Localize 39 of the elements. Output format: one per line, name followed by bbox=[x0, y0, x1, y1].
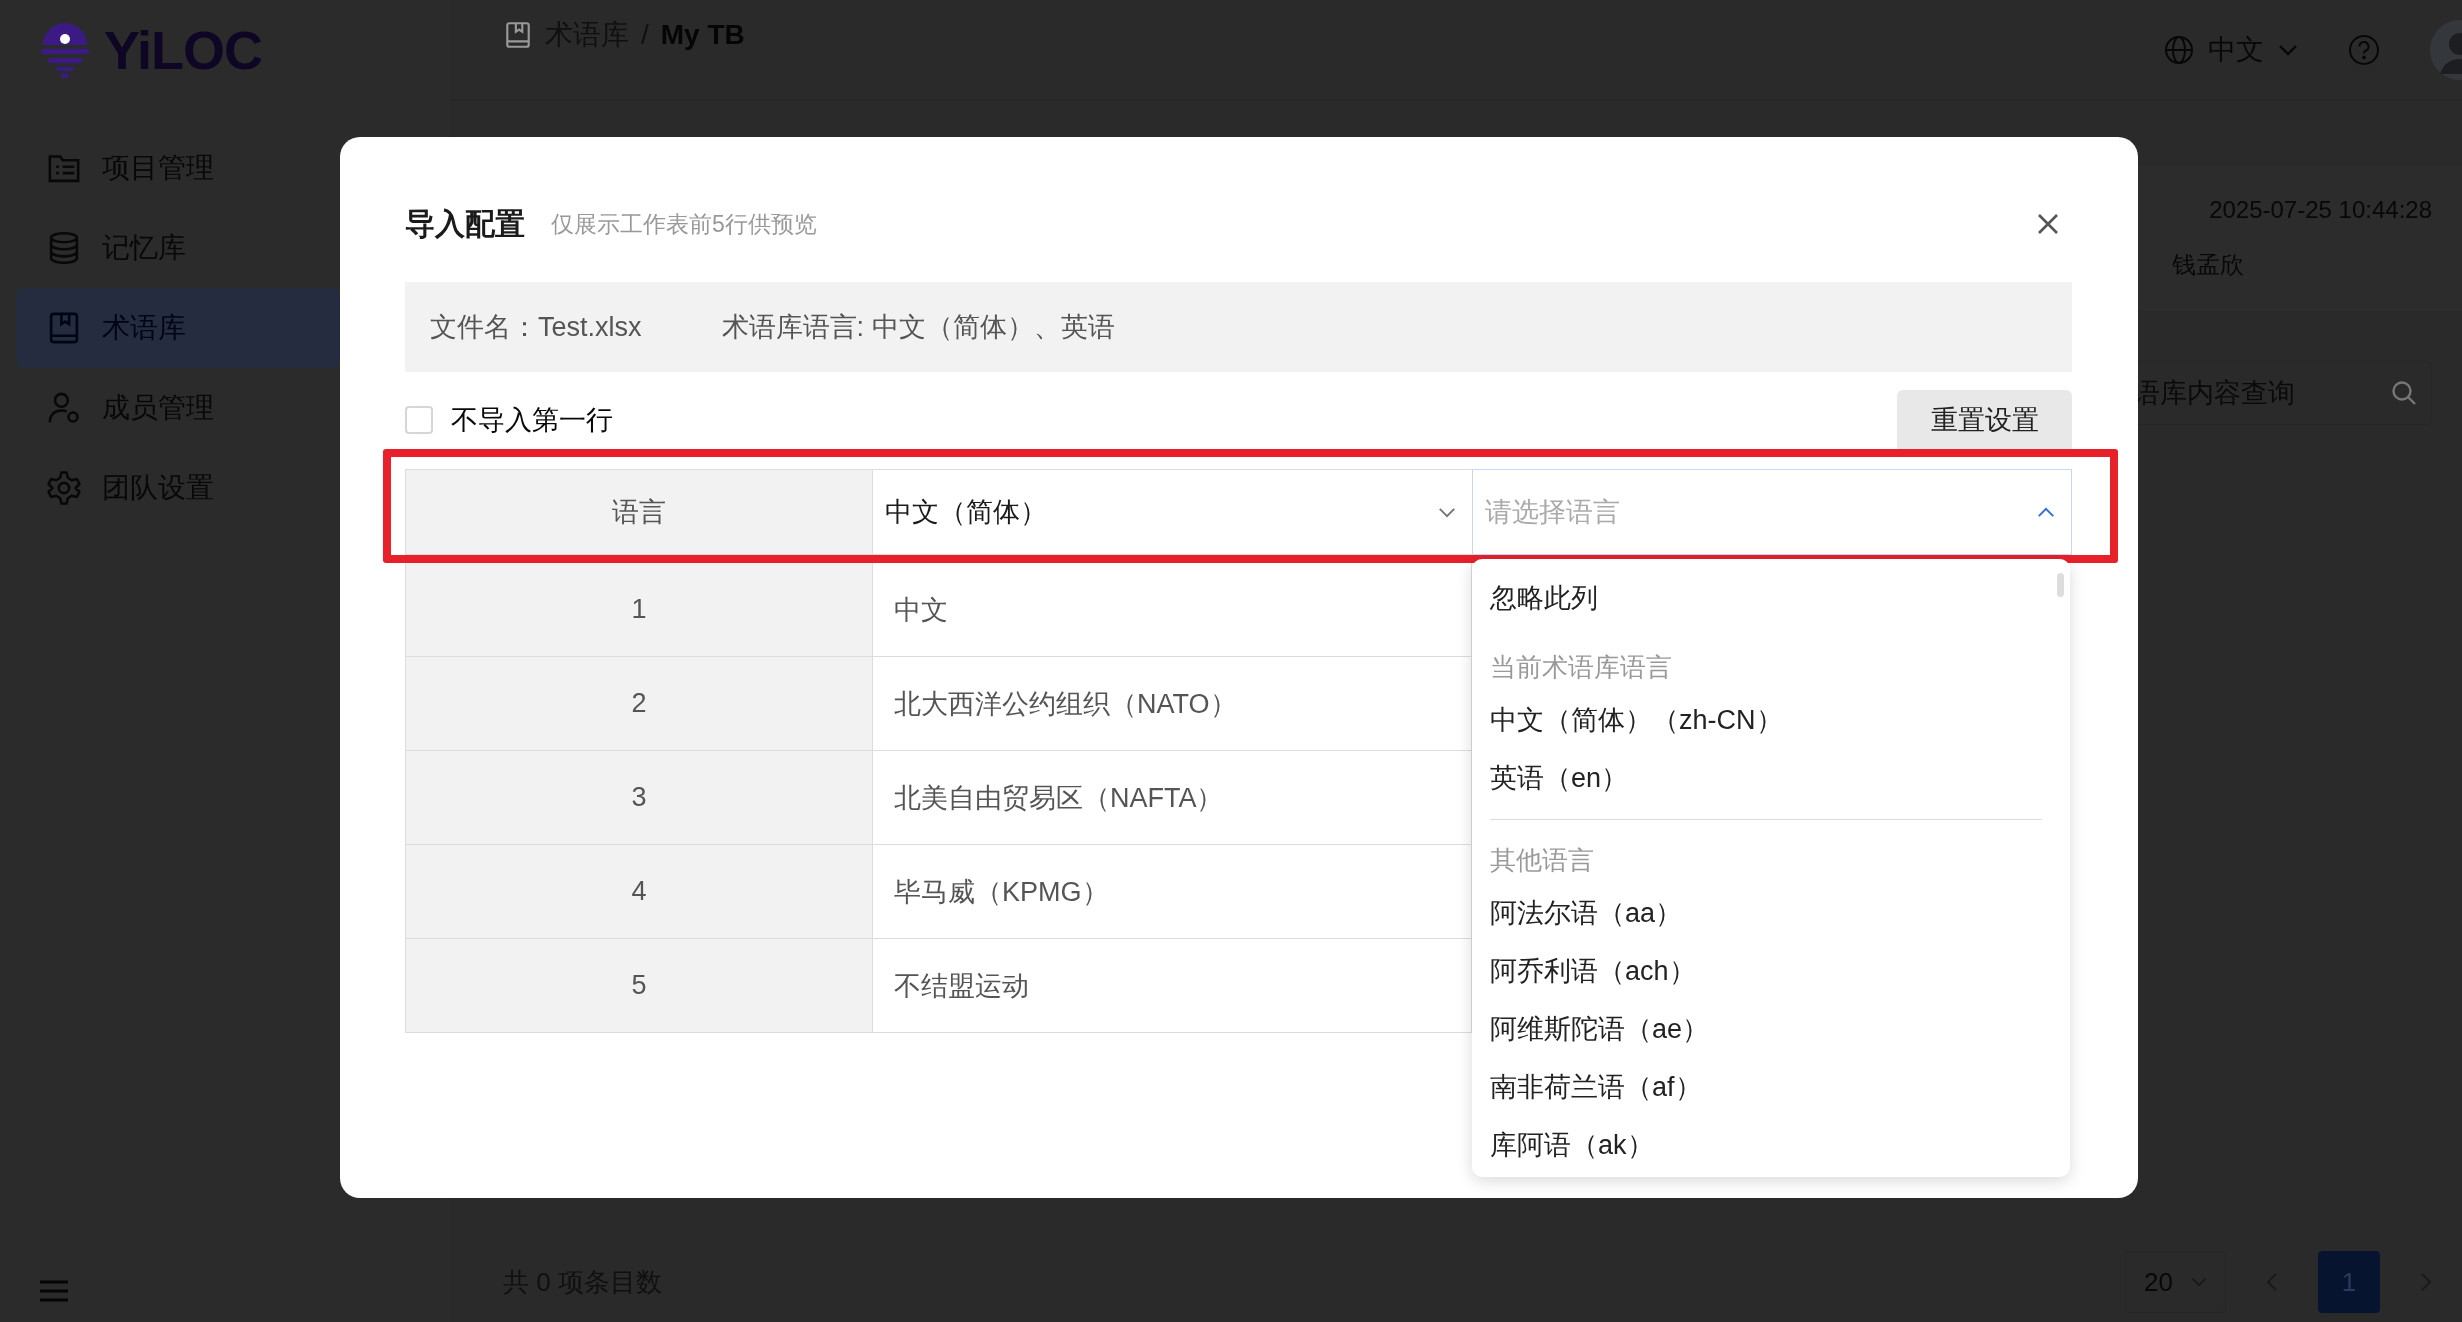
close-icon[interactable] bbox=[2036, 212, 2060, 236]
scrollbar-thumb[interactable] bbox=[2057, 573, 2064, 597]
search-icon bbox=[2391, 380, 2417, 406]
dropdown-option[interactable]: 南非荷兰语（af） bbox=[1472, 1058, 2070, 1116]
dialog-title: 导入配置 bbox=[405, 205, 525, 242]
checkbox[interactable] bbox=[405, 405, 433, 434]
row-number: 2 bbox=[405, 657, 872, 751]
breadcrumb-separator: / bbox=[641, 19, 649, 51]
dropdown-option[interactable]: 忽略此列 bbox=[1472, 569, 2070, 627]
chevron-down-icon bbox=[1438, 506, 1456, 518]
group-label: 当前术语库语言 bbox=[1489, 651, 1673, 684]
dropdown-option[interactable]: 阿维斯陀语（ae） bbox=[1472, 1000, 2070, 1058]
chevron-down-icon bbox=[2278, 44, 2298, 56]
settings-icon bbox=[46, 470, 82, 506]
help-icon[interactable] bbox=[2348, 34, 2380, 66]
table-header-cell: 语言 bbox=[405, 469, 872, 555]
globe-icon bbox=[2164, 35, 2194, 65]
dropdown-option[interactable]: 中文（简体）（zh-CN） bbox=[1472, 691, 2070, 749]
row-number: 1 bbox=[405, 563, 872, 657]
row-number: 4 bbox=[405, 845, 872, 939]
dropdown-option[interactable]: 阿乔利语（ach） bbox=[1472, 942, 2070, 1000]
chevron-up-icon bbox=[2037, 506, 2055, 518]
logo-icon bbox=[40, 21, 90, 79]
dropdown-option[interactable]: 英语（en） bbox=[1472, 749, 2070, 807]
menu-icon[interactable] bbox=[40, 1280, 68, 1302]
dropdown-option[interactable]: 库阿语（ak） bbox=[1472, 1116, 2070, 1174]
reset-button[interactable]: 重置设置 bbox=[1897, 390, 2072, 449]
book-icon bbox=[503, 20, 533, 50]
language-select[interactable]: 中文（简体） bbox=[872, 469, 1472, 555]
dialog-hint: 仅展示工作表前5行供预览 bbox=[551, 209, 817, 239]
row-number: 5 bbox=[405, 939, 872, 1033]
table-cell: 中文 bbox=[872, 563, 1472, 657]
user-gear-icon bbox=[46, 390, 82, 426]
termbase-languages: 术语库语言: 中文（简体）、英语 bbox=[721, 311, 1115, 344]
group-label: 其他语言 bbox=[1489, 844, 1595, 877]
dropdown-option[interactable]: 阿法尔语（aa） bbox=[1472, 884, 2070, 942]
checkbox-label[interactable]: 不导入第一行 bbox=[451, 401, 613, 438]
file-name: 文件名：Test.xlsx bbox=[430, 311, 642, 344]
row-number: 3 bbox=[405, 751, 872, 845]
